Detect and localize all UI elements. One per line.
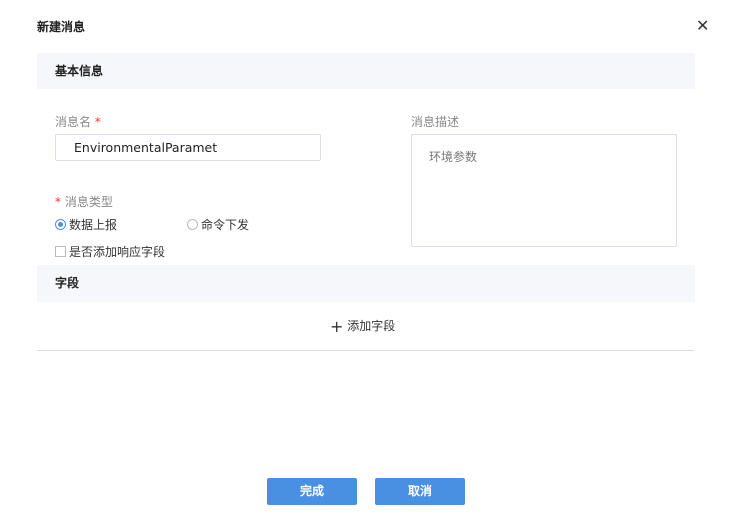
dialog-title: 新建消息 <box>37 20 86 34</box>
radio-checked-icon <box>55 219 66 230</box>
message-name-input[interactable]: EnvironmentalParamet <box>55 134 321 161</box>
cancel-button[interactable]: 取消 <box>375 478 465 505</box>
radio-label: 命令下发 <box>201 218 250 232</box>
response-field-checkbox[interactable]: 是否添加响应字段 <box>55 243 165 260</box>
description-label: 消息描述 <box>411 115 460 129</box>
type-label: * 消息类型 <box>55 195 113 209</box>
message-description-textarea[interactable]: 环境参数 <box>411 134 677 247</box>
radio-data-report[interactable]: 数据上报 <box>55 216 117 233</box>
radio-command-send[interactable]: 命令下发 <box>187 216 249 233</box>
name-label: 消息名 * <box>55 115 101 129</box>
section-fields: 字段 <box>37 265 695 302</box>
divider <box>37 350 694 351</box>
checkbox-icon <box>55 246 66 257</box>
plus-icon: + <box>330 317 344 336</box>
add-field-label: 添加字段 <box>347 319 396 333</box>
close-icon[interactable]: ✕ <box>696 16 709 35</box>
section-basic-info: 基本信息 <box>37 53 695 89</box>
checkbox-label: 是否添加响应字段 <box>69 245 166 259</box>
done-button[interactable]: 完成 <box>267 478 357 505</box>
radio-unchecked-icon <box>187 219 198 230</box>
add-field-button[interactable]: + 添加字段 <box>330 317 395 336</box>
radio-label: 数据上报 <box>69 218 118 232</box>
